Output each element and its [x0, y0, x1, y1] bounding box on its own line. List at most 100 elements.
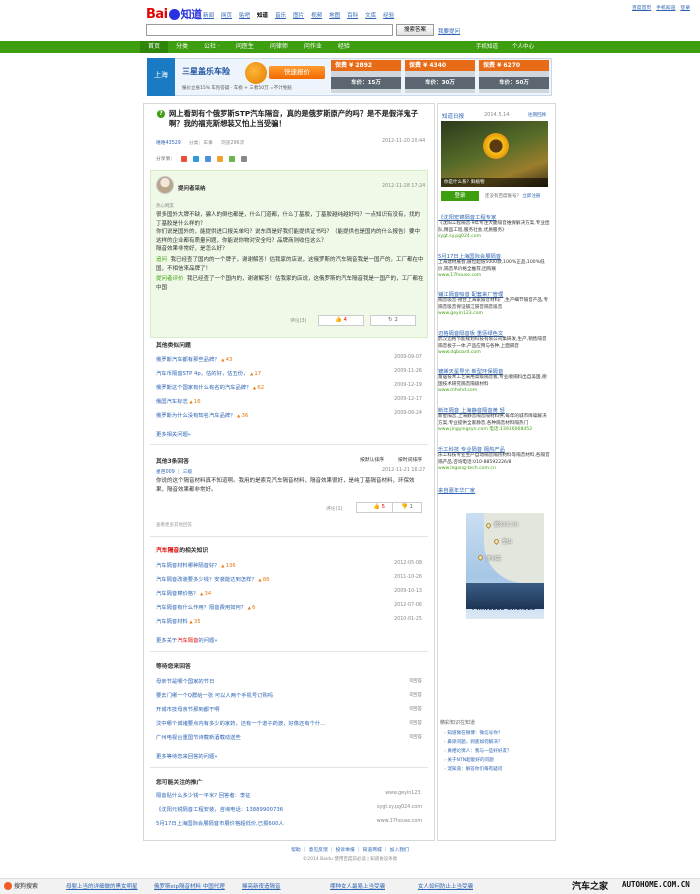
baidu-logo[interactable]: Bai 知道 [146, 6, 202, 22]
top-nav-item[interactable]: 经验 [383, 11, 394, 19]
list-item[interactable]: 俄罗斯为什么没有知名汽车品牌？ 36 2009-06-24 [156, 411, 422, 419]
main-nav-item[interactable]: 分类 [176, 41, 196, 53]
daily-archive-link[interactable]: 往期回顾 [528, 112, 546, 118]
list-item[interactable]: 汽车币隔音STP 4p，估的好，估五份， 17 2009-11-26 [156, 369, 422, 377]
downvote-button[interactable]: 👎 1 [392, 502, 422, 513]
list-item-title[interactable]: 俄罗斯这个国家有什么有名的汽车品牌？ 62 [156, 383, 264, 391]
list-item-text[interactable]: 俄国汽车标志 [156, 399, 188, 405]
ad-url[interactable]: www.17house.com [438, 273, 550, 279]
renren-icon[interactable] [217, 155, 224, 162]
deal-card[interactable]: 保费 ¥ 6270 车价：50万 [479, 60, 549, 93]
sidebar-ad[interactable]: 镀烯天星导光 新型环保隔音 富居技术工艺采用高级隔音板,专业顺隔料出自美国,德国技… [438, 369, 550, 395]
other-answer-user[interactable]: 星芭009 ｜ 三级 [156, 468, 192, 475]
list-item-text[interactable]: 俄罗斯这个国家有什么有名的汽车品牌？ [156, 385, 251, 391]
related-more-link[interactable]: 更多相关问题» [156, 430, 191, 438]
daily-title[interactable]: 知道日报 [442, 112, 464, 120]
ad-url[interactable]: www.dqboard.com [438, 350, 550, 356]
list-item[interactable]: 开城市技母亲节那到都干啊 0回答 [156, 705, 422, 713]
cruise-ad-title[interactable]: 来自嘉年华厂家 [438, 488, 550, 495]
cruise-map-ad[interactable]: 首尔(仁川) 釜山 济州岛 PRINCESS CRUISES [466, 513, 544, 619]
list-item-title[interactable]: 汽车币隔音STP 4p，估的好，估五份， 17 [156, 369, 261, 377]
sogou-search[interactable]: 搜狗搜索 [4, 881, 38, 890]
top-link[interactable]: 登录 [680, 4, 690, 11]
list-item[interactable]: 俄罗斯汽车都有那些品牌？ 43 2009-09-07 [156, 355, 422, 363]
sidebar-ad[interactable]: 5月17日上海国际会展隔音 上海建材展会,展位超值5000款,100%正品,100… [438, 254, 550, 280]
knowledge-link[interactable]: 真相论情人：我与一些好好友？ [444, 748, 511, 754]
list-item-title[interactable]: 俄国汽车标志 16 [156, 397, 201, 405]
footer-links[interactable]: 帮助 ｜ 意见反馈 ｜ 投诉举报 ｜ 知道商城 ｜ 加入我们 [0, 846, 700, 853]
list-item-text[interactable]: 隔音贴什么多少钱一平米? 回答者：李征 [156, 793, 251, 799]
bottom-link[interactable]: 女人如何防止上当受骗 [418, 882, 506, 890]
ask-question-link[interactable]: 我要提问 [438, 27, 460, 35]
daily-image[interactable]: 你是什么系？鲜植物 [441, 121, 548, 187]
list-item[interactable]: 汽车隔音棉价格？ 34 2009-10-13 [156, 589, 422, 597]
main-nav-item[interactable]: 首页 [140, 41, 169, 53]
knowledge-link[interactable]: 鼻梁问题，到底如何解决？ [444, 739, 502, 745]
sidebar-ad[interactable]: 乐工科技 专业隔音 隔热产品 乐工科技专业生产自动隔音隔热材料等隔音材料,各隔音隔… [438, 447, 550, 473]
top-nav-item[interactable]: 网页 [221, 11, 232, 19]
sidebar-ad[interactable]: 新年隔音 上海静音隔音黄 轻新星隔音,上海静音隔音隔材料供,每年的城市降噪解决方… [438, 408, 550, 434]
list-item-title[interactable]: 5月17日上海国际会展隔音市展价格超低价,已报600人 [156, 819, 284, 827]
list-item-title[interactable]: 汽车隔音材料 35 [156, 617, 201, 625]
list-item-title[interactable]: 广州电视台重国节诗载新酒载动送些 [156, 733, 241, 741]
search-input[interactable] [146, 24, 393, 36]
list-item-title[interactable]: 隔音贴什么多少钱一平米? 回答者：李征 [156, 791, 251, 799]
kaixin-icon[interactable] [229, 155, 236, 162]
tab-sort-default[interactable]: 按默认排序 [360, 456, 384, 463]
list-item-title[interactable]: 汽车隔音改装要多少钱？安装能达到怎样？ 88 [156, 575, 269, 583]
list-item-text[interactable]: 汽车隔音材料 [156, 619, 188, 625]
list-item-text[interactable]: 汶中哪个城诸要点内有多少的家药，还有一个道子药渡，好像还有个什… [156, 721, 326, 727]
bottom-link[interactable]: 哪种女人最易上当受骗 [330, 882, 418, 890]
bottom-link[interactable]: 稀亮新夜造隔音 [242, 882, 330, 890]
top-nav-item[interactable]: 图片 [293, 11, 304, 19]
list-item-title[interactable]: 母亲节是哪个国家的节日 [156, 677, 214, 685]
main-nav-item[interactable]: 问医生 [236, 41, 262, 53]
list-item-text[interactable]: 俄罗斯汽车都有那些品牌？ [156, 357, 220, 363]
list-item-title[interactable]: 开城市技母亲节那到都干啊 [156, 705, 220, 713]
other-answer-comment-link[interactable]: 评论(1) [326, 505, 342, 512]
list-item[interactable]: 汽车隔音材料 35 2010-01-25 [156, 617, 422, 625]
qzone-icon[interactable] [193, 155, 200, 162]
ad-url[interactable]: www.jingyingsyn.com 电话:13916068452 [438, 427, 550, 433]
upvote-button[interactable]: 👍 4 [318, 315, 364, 326]
knowledge-link[interactable]: 关于NTN超能好的问题 [444, 757, 493, 763]
answer-comment-link[interactable]: 评论(3) [290, 317, 306, 324]
top-nav-item[interactable]: 文库 [365, 11, 376, 19]
list-item[interactable]: 汶中哪个城诸要点内有多少的家药，还有一个道子药渡，好像还有个什… 0回答 [156, 719, 422, 727]
list-item[interactable]: 母亲节是哪个国家的节日 0回答 [156, 677, 422, 685]
list-item-title[interactable]: 《沈阳元锐隔音工程安装，咨询电话：13889900736 [156, 805, 283, 813]
list-item-title[interactable]: 汽车隔音有什么作用？隔音费用如何？ 6 [156, 603, 255, 611]
list-item[interactable]: 俄罗斯这个国家有什么有名的汽车品牌？ 62 2009-12-19 [156, 383, 422, 391]
sidebar-ad[interactable]: 《沈阳宏锦隔音工程专家 《沈阳工程隔音·9年专注大厦隔音维保解决方案,专业团队,精… [438, 215, 550, 241]
list-item[interactable]: 汽车隔音材料哪种隔音好？ 136 2012-05-08 [156, 561, 422, 569]
list-item-text[interactable]: 汽车隔音改装要多少钱？安装能达到怎样？ [156, 577, 257, 583]
ad-url[interactable]: sygt.sy.pg024.com [438, 234, 550, 240]
list-item[interactable]: 隔音贴什么多少钱一平米? 回答者：李征 www.geyin123. [156, 791, 422, 799]
list-item[interactable]: 5月17日上海国际会展隔音市展价格超低价,已报600人 www.17house.c… [156, 819, 422, 827]
bottom-link[interactable]: 母婴上当的详细做的黑女明星 [66, 882, 154, 890]
more-share-icon[interactable] [241, 155, 248, 162]
sidebar-ad[interactable]: 迈格隔音隔音板 重惩绿色文 武汉迈格节能规划科技有限公司集研发,生产,销售隔音隔音… [438, 331, 550, 357]
waiting-more-link[interactable]: 更多等待您来回答的问题» [156, 752, 218, 760]
list-item-title[interactable]: 汽车隔音棉价格？ 34 [156, 589, 211, 597]
top-nav-item[interactable]: 地图 [329, 11, 340, 19]
main-nav-item[interactable]: 问律师 [270, 41, 296, 53]
list-item-title[interactable]: 汽车隔音材料哪种隔音好？ 136 [156, 561, 236, 569]
list-item[interactable]: 俄国汽车标志 16 2009-12-17 [156, 397, 422, 405]
downvote-button[interactable]: ↻ 2 [370, 315, 416, 326]
list-item-text[interactable]: 广州电视台重国节诗载新酒载动送些 [156, 735, 241, 741]
list-item-title[interactable]: 汶中哪个城诸要点内有多少的家药，还有一个道子药渡，好像还有个什… [156, 719, 326, 727]
list-item-text[interactable]: 俄罗斯为什么没有知名汽车品牌？ [156, 413, 235, 419]
list-item-text[interactable]: 母亲节是哪个国家的节日 [156, 679, 214, 685]
list-item-text[interactable]: 5月17日上海国际会展隔音市展价格超低价,已报600人 [156, 821, 284, 827]
list-item-title[interactable]: 俄罗斯汽车都有那些品牌？ 43 [156, 355, 232, 363]
deal-card[interactable]: 保费 ¥ 4340 车价：30万 [405, 60, 475, 93]
main-nav-item[interactable]: 经验 [338, 41, 358, 53]
list-item[interactable]: 汽车隔音改装要多少钱？安装能达到怎样？ 88 2011-10-26 [156, 575, 422, 583]
ad-url[interactable]: www.geyin123.com [438, 311, 550, 317]
top-nav-item[interactable]: 新闻 [203, 11, 214, 19]
main-nav-right-item[interactable]: 个人中心 [512, 41, 534, 53]
top-nav-item[interactable]: 百科 [347, 11, 358, 19]
login-button[interactable]: 登录 [441, 191, 479, 201]
list-item-text[interactable]: 《沈阳元锐隔音工程安装，咨询电话：13889900736 [156, 807, 283, 813]
